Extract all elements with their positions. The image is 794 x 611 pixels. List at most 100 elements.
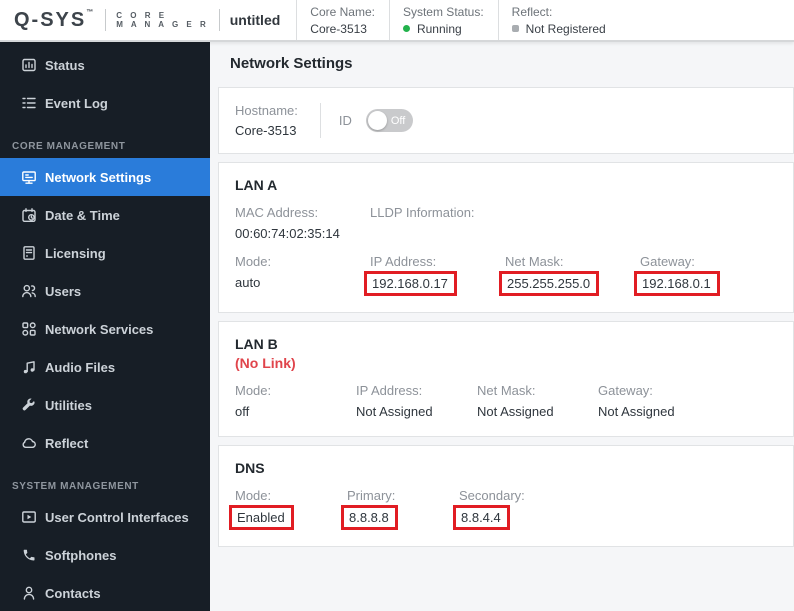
- lan-a-ip-field: IP Address: 192.168.0.17: [364, 254, 505, 296]
- sidebar-item-reflect[interactable]: Reflect: [0, 424, 210, 462]
- qsys-wordmark: Q-SYS™: [14, 8, 96, 31]
- sidebar-item-users[interactable]: Users: [0, 272, 210, 310]
- sidebar-item-audio-files[interactable]: Audio Files: [0, 348, 210, 386]
- mac-address-value: 00:60:74:02:35:14: [235, 226, 340, 241]
- id-toggle-block: ID Off: [321, 109, 413, 132]
- core-name-value: Core-3513: [310, 21, 367, 36]
- hostname-block: Hostname: Core-3513: [235, 103, 320, 138]
- sidebar-item-utilities[interactable]: Utilities: [0, 386, 210, 424]
- net-mask-value: Not Assigned: [477, 404, 554, 419]
- gateway-label: Gateway:: [598, 383, 653, 398]
- core-manager-wordmark: C O R E M A N A G E R: [116, 11, 209, 29]
- sidebar-item-licensing[interactable]: Licensing: [0, 234, 210, 272]
- reflect-icon: [21, 435, 37, 451]
- event-log-icon: [21, 95, 37, 111]
- top-header: Q-SYS™ C O R E M A N A G E R untitled Co…: [0, 0, 794, 42]
- lan-a-gateway-field: Gateway: 192.168.0.1: [634, 254, 775, 296]
- lan-a-mode-field: Mode: auto: [235, 254, 370, 296]
- main-content: Network Settings Hostname: Core-3513 ID …: [210, 42, 794, 611]
- qsys-logo: Q-SYS™ C O R E M A N A G E R untitled: [0, 0, 296, 40]
- mode-label: Mode:: [235, 488, 272, 503]
- lan-a-netmask-field: Net Mask: 255.255.255.0: [499, 254, 640, 296]
- lan-b-settings-row: Mode: off IP Address: Not Assigned Net M…: [235, 383, 777, 420]
- contacts-icon: [21, 585, 37, 601]
- dns-primary-field: Primary: 8.8.8.8: [341, 488, 459, 530]
- primary-label: Primary:: [347, 488, 396, 503]
- trademark-mark: ™: [86, 8, 96, 16]
- sidebar-section-system-management: SYSTEM MANAGEMENT: [12, 480, 139, 492]
- sidebar-item-network-settings[interactable]: Network Settings: [0, 158, 210, 196]
- lldp-information-label: LLDP Information:: [370, 205, 475, 220]
- network-services-icon: [21, 321, 37, 337]
- mac-address-label: MAC Address:: [235, 205, 319, 220]
- lan-b-netmask-field: Net Mask: Not Assigned: [477, 383, 598, 420]
- system-status-group: System Status: Running: [388, 0, 498, 40]
- lan-b-gateway-field: Gateway: Not Assigned: [598, 383, 719, 420]
- ip-address-label: IP Address:: [356, 383, 423, 398]
- dns-settings-row: Mode: Enabled Primary: 8.8.8.8 Secondary…: [229, 488, 777, 530]
- hostname-card: Hostname: Core-3513 ID Off: [218, 87, 794, 154]
- lan-a-mac-row: MAC Address: 00:60:74:02:35:14 LLDP Info…: [235, 205, 777, 242]
- net-mask-value-annotated: 255.255.255.0: [499, 271, 600, 296]
- sidebar-item-network-services[interactable]: Network Services: [0, 310, 210, 348]
- id-toggle[interactable]: Off: [365, 109, 413, 132]
- utilities-icon: [21, 397, 37, 413]
- sidebar-item-date-time[interactable]: Date & Time: [0, 196, 210, 234]
- lan-a-title: LAN A: [235, 177, 278, 193]
- gateway-value-annotated: 192.168.0.1: [634, 271, 720, 296]
- ip-address-value-annotated: 192.168.0.17: [364, 271, 457, 296]
- page-title: Network Settings: [230, 55, 353, 72]
- reflect-value: Not Registered: [511, 22, 606, 36]
- hostname-label: Hostname:: [235, 103, 298, 118]
- mac-address-field: MAC Address: 00:60:74:02:35:14: [235, 205, 370, 242]
- mode-label: Mode:: [235, 254, 272, 269]
- reflect-group: Reflect: Not Registered: [497, 0, 620, 40]
- logo-divider: [105, 9, 107, 31]
- lldp-information-value: [370, 226, 505, 242]
- hostname-value: Core-3513: [235, 123, 297, 138]
- dns-card: DNS Mode: Enabled Primary: 8.8.8.8 Secon…: [218, 445, 794, 547]
- mode-value: off: [235, 404, 250, 419]
- lan-a-settings-row: Mode: auto IP Address: 192.168.0.17 Net …: [235, 254, 777, 296]
- sidebar-item-softphones[interactable]: Softphones: [0, 536, 210, 574]
- status-running-dot-icon: [402, 25, 410, 32]
- gateway-value: Not Assigned: [598, 404, 675, 419]
- lan-b-card: LAN B (No Link) Mode: off IP Address: No…: [218, 321, 794, 437]
- lan-b-title: LAN B: [235, 336, 278, 352]
- net-mask-label: Net Mask:: [505, 254, 564, 269]
- net-mask-label: Net Mask:: [477, 383, 536, 398]
- lan-b-no-link-status: (No Link): [235, 355, 296, 371]
- reflect-label: Reflect:: [511, 4, 553, 19]
- dns-mode-value-annotated: Enabled: [229, 505, 294, 530]
- sidebar-nav: Status Event Log CORE MANAGEMENT Network…: [0, 42, 210, 611]
- gateway-label: Gateway:: [640, 254, 695, 269]
- dns-mode-field: Mode: Enabled: [229, 488, 347, 530]
- id-label: ID: [338, 113, 352, 128]
- ip-address-label: IP Address:: [370, 254, 437, 269]
- lan-a-card: LAN A MAC Address: 00:60:74:02:35:14 LLD…: [218, 162, 794, 313]
- system-status-label: System Status:: [402, 4, 484, 19]
- network-settings-icon: [21, 169, 37, 185]
- core-name-group: Core Name: Core-3513: [296, 0, 389, 40]
- core-name-label: Core Name:: [310, 4, 375, 19]
- lldp-information-field: LLDP Information:: [370, 205, 505, 242]
- sidebar-item-status[interactable]: Status: [0, 46, 210, 84]
- date-time-icon: [21, 207, 37, 223]
- toggle-knob: [367, 111, 387, 130]
- qsys-core-manager-app: Q-SYS™ C O R E M A N A G E R untitled Co…: [0, 0, 794, 611]
- user-control-interfaces-icon: [21, 509, 37, 525]
- sidebar-item-event-log[interactable]: Event Log: [0, 84, 210, 122]
- users-icon: [21, 283, 37, 299]
- dns-title: DNS: [235, 460, 265, 476]
- ip-address-value: Not Assigned: [356, 404, 433, 419]
- sidebar-item-user-control-interfaces[interactable]: User Control Interfaces: [0, 498, 210, 536]
- sidebar-section-core-management: CORE MANAGEMENT: [12, 140, 126, 152]
- dns-primary-value-annotated: 8.8.8.8: [341, 505, 398, 530]
- secondary-label: Secondary:: [459, 488, 525, 503]
- softphones-icon: [21, 547, 37, 563]
- lan-b-mode-field: Mode: off: [235, 383, 356, 420]
- mode-label: Mode:: [235, 383, 272, 398]
- system-status-value: Running: [402, 22, 484, 36]
- toggle-state-label: Off: [390, 114, 406, 127]
- sidebar-item-contacts[interactable]: Contacts: [0, 574, 210, 611]
